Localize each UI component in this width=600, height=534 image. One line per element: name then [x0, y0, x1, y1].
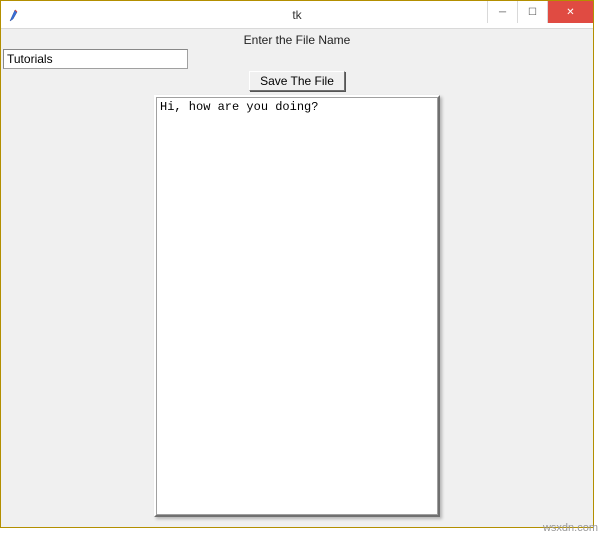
- filename-row: [1, 49, 593, 69]
- text-area-frame: [154, 95, 440, 517]
- save-file-button[interactable]: Save The File: [249, 71, 345, 91]
- window-title: tk: [292, 8, 301, 22]
- content-textarea[interactable]: [156, 97, 438, 515]
- maximize-button[interactable]: ☐: [517, 1, 547, 23]
- minimize-button[interactable]: ─: [487, 1, 517, 23]
- client-area: Enter the File Name Save The File: [1, 29, 593, 527]
- close-button[interactable]: ✕: [547, 1, 593, 23]
- filename-label: Enter the File Name: [1, 33, 593, 47]
- tk-feather-icon: [7, 7, 23, 23]
- app-window: tk ─ ☐ ✕ Enter the File Name Save The Fi…: [0, 0, 594, 528]
- window-controls: ─ ☐ ✕: [487, 1, 593, 23]
- watermark: wsxdn.com: [543, 522, 598, 534]
- titlebar[interactable]: tk ─ ☐ ✕: [1, 1, 593, 29]
- filename-input[interactable]: [3, 49, 188, 69]
